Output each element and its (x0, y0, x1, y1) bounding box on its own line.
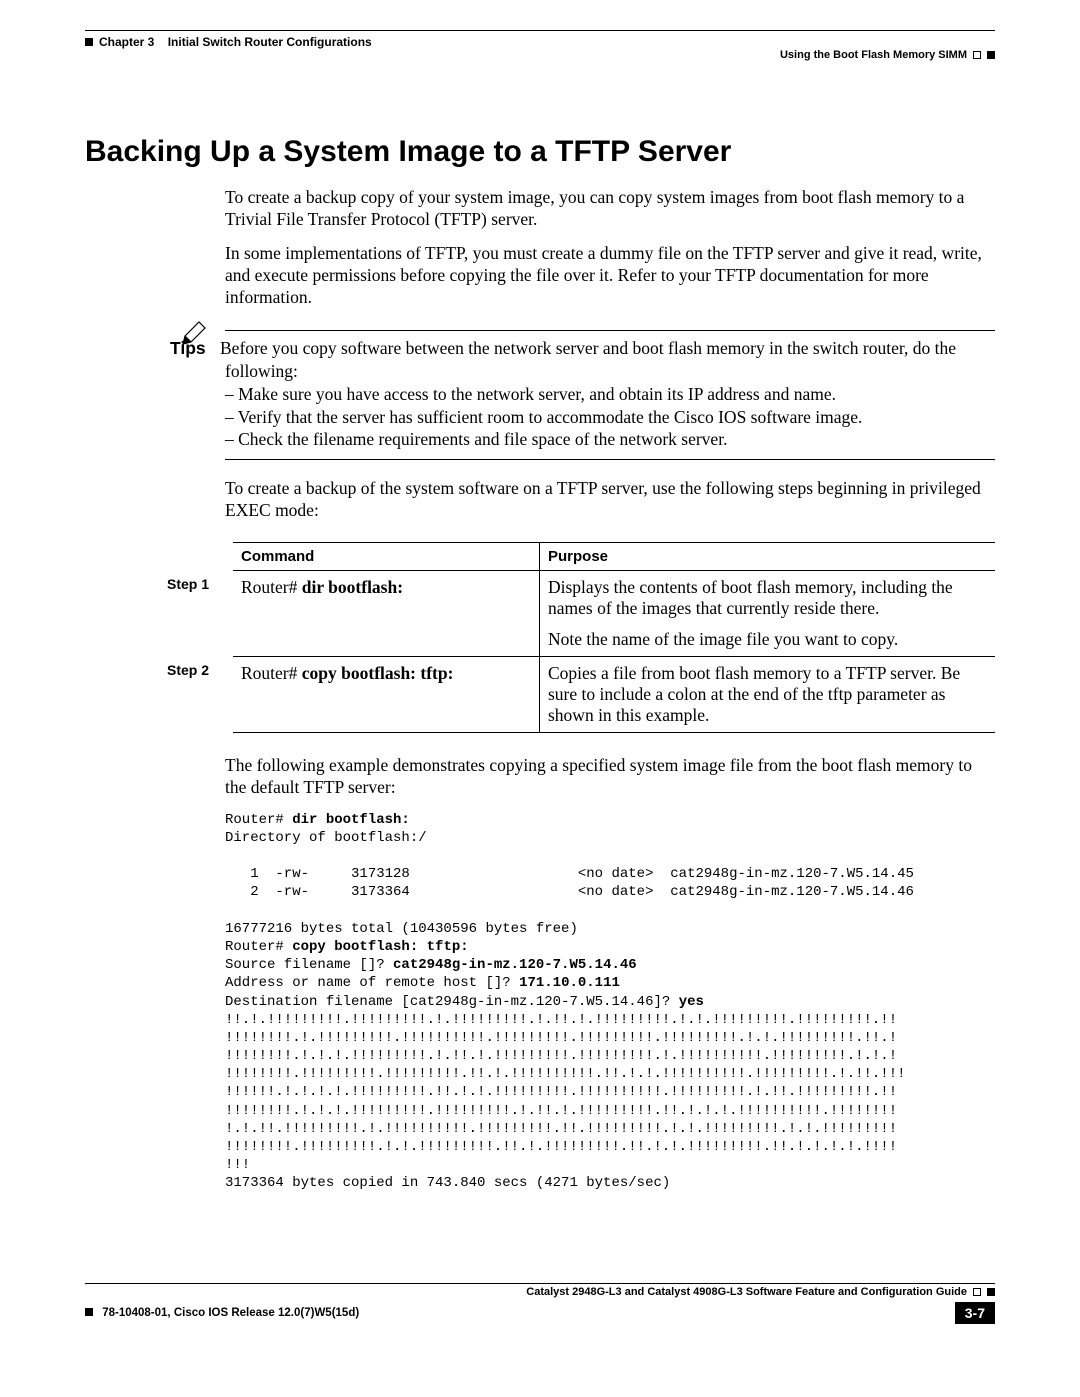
body-paragraph: In some implementations of TFTP, you mus… (225, 243, 995, 309)
tips-block: TipsBefore you copy software between the… (85, 330, 995, 460)
footer-left: 78-10408-01, Cisco IOS Release 12.0(7)W5… (85, 1307, 359, 1319)
steps-table: Command Purpose Step 1 Router# dir bootf… (167, 542, 995, 733)
tips-content: TipsBefore you copy software between the… (225, 330, 995, 460)
body-paragraph: To create a backup copy of your system i… (225, 187, 995, 231)
footer: Catalyst 2948G-L3 and Catalyst 4908G-L3 … (85, 1283, 995, 1324)
page-title: Backing Up a System Image to a TFTP Serv… (85, 135, 995, 169)
chapter-label: Chapter 3 (99, 35, 154, 49)
square-icon (973, 51, 981, 59)
tips-intro: Before you copy software between the net… (220, 338, 956, 381)
step-label: Step 1 (167, 570, 233, 656)
body-paragraph: The following example demonstrates copyi… (225, 755, 995, 799)
tips-bullet: – Check the filename requirements and fi… (225, 428, 995, 451)
body-paragraph: To create a backup of the system softwar… (225, 478, 995, 522)
step-purpose: Copies a file from boot flash memory to … (540, 656, 996, 732)
square-icon (987, 1288, 995, 1296)
square-icon (973, 1288, 981, 1296)
section-title: Using the Boot Flash Memory SIMM (780, 49, 967, 61)
step-label: Step 2 (167, 656, 233, 732)
col-header-purpose: Purpose (540, 542, 996, 570)
chapter-title: Initial Switch Router Configurations (168, 35, 372, 49)
footer-doc: 78-10408-01, Cisco IOS Release 12.0(7)W5… (102, 1307, 359, 1319)
step-command: Router# copy bootflash: tftp: (233, 656, 540, 732)
step-command: Router# dir bootflash: (233, 570, 540, 656)
square-icon (987, 51, 995, 59)
tips-pencil-icon (177, 318, 209, 355)
code-example: Router# dir bootflash: Directory of boot… (225, 811, 995, 1193)
square-icon (85, 1308, 93, 1316)
step-purpose: Displays the contents of boot flash memo… (540, 570, 996, 656)
footer-guide: Catalyst 2948G-L3 and Catalyst 4908G-L3 … (526, 1286, 967, 1298)
header-left: Chapter 3 Initial Switch Router Configur… (85, 35, 372, 49)
square-icon (85, 38, 93, 46)
footer-guide-line: Catalyst 2948G-L3 and Catalyst 4908G-L3 … (85, 1283, 995, 1298)
header-right: Using the Boot Flash Memory SIMM (780, 49, 995, 61)
col-header-command: Command (233, 542, 540, 570)
header-bar: Chapter 3 Initial Switch Router Configur… (85, 30, 995, 61)
page-number: 3-7 (955, 1302, 995, 1324)
page: Chapter 3 Initial Switch Router Configur… (0, 0, 1080, 1364)
tips-bullet: – Verify that the server has sufficient … (225, 406, 995, 429)
tips-bullet: – Make sure you have access to the netwo… (225, 383, 995, 406)
